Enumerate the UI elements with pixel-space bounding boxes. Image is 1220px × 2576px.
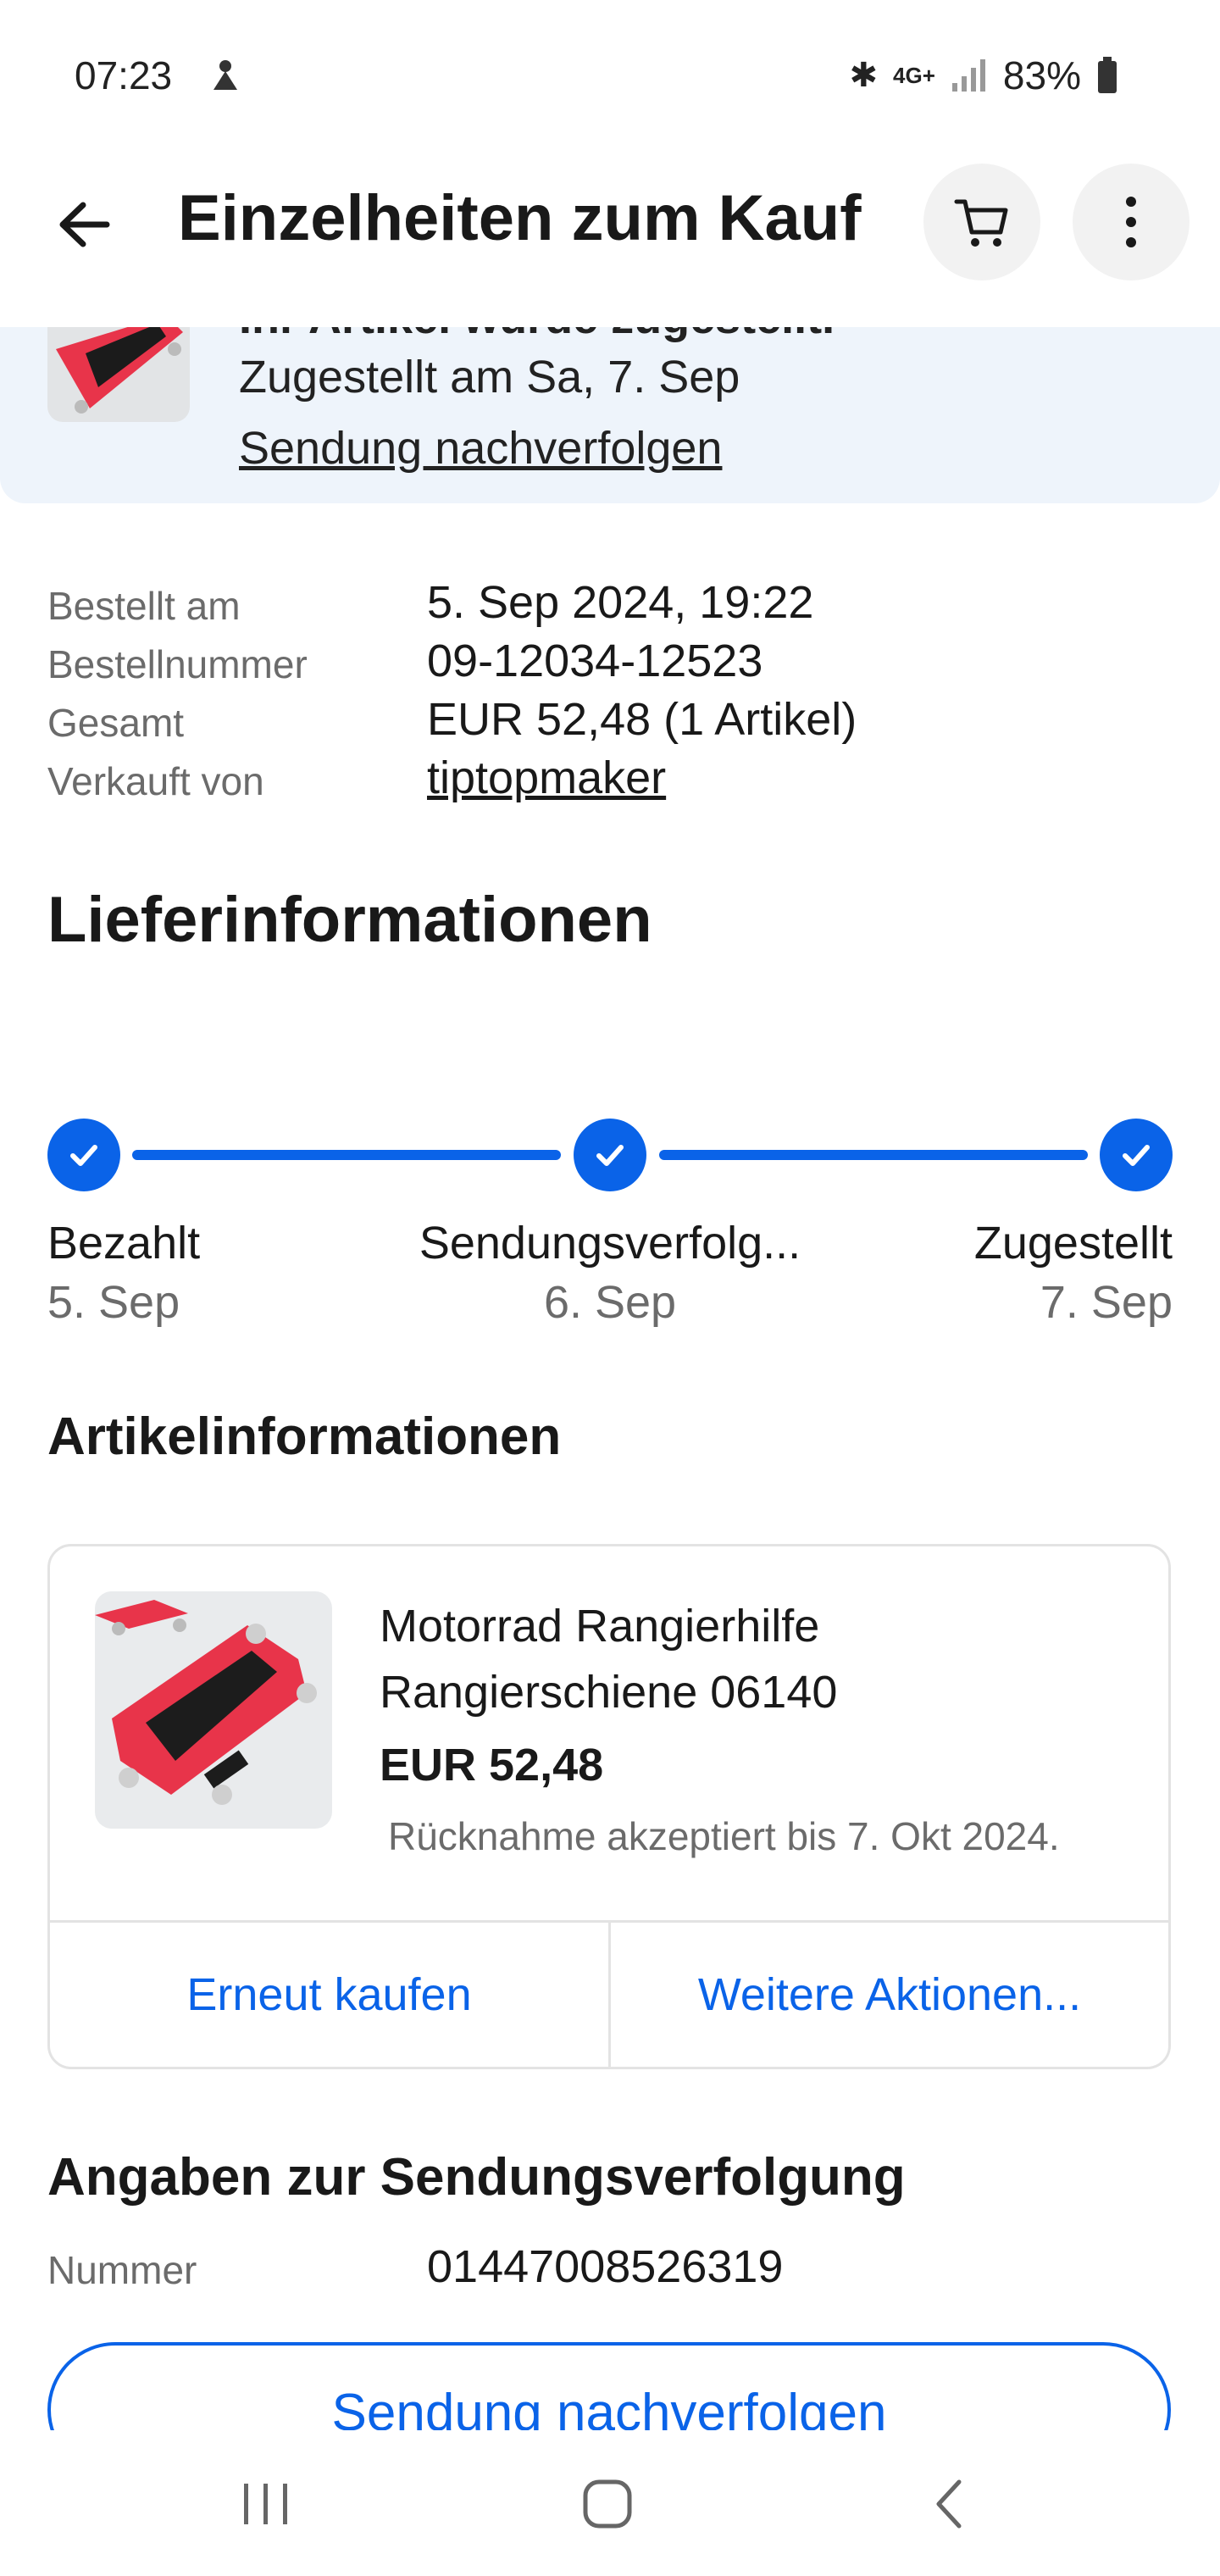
order-date-label: Bestellt am bbox=[47, 584, 241, 628]
progress-line-1 bbox=[132, 1150, 561, 1160]
banner-product-thumbnail bbox=[47, 315, 190, 422]
item-title[interactable]: Motorrad Rangierhilfe Rangierschiene 061… bbox=[380, 1593, 1125, 1725]
checkmark-icon bbox=[1123, 1145, 1150, 1166]
track-shipment-link[interactable]: Sendung nachverfolgen bbox=[239, 422, 722, 475]
seller-link[interactable]: tiptopmaker bbox=[427, 752, 666, 804]
more-options-button[interactable] bbox=[1073, 164, 1190, 280]
back-button[interactable] bbox=[47, 186, 124, 263]
order-number-label: Bestellnummer bbox=[47, 642, 308, 686]
item-price: EUR 52,48 bbox=[380, 1740, 604, 1790]
delivered-date-text: Zugestellt am Sa, 7. Sep bbox=[239, 352, 740, 402]
item-return-policy: Rücknahme akzeptiert bis 7. Okt 2024. bbox=[388, 1814, 1060, 1858]
more-actions-button[interactable]: Weitere Aktionen... bbox=[611, 1922, 1168, 2067]
home-icon bbox=[583, 2479, 632, 2529]
delivery-info-heading: Lieferinformationen bbox=[47, 884, 652, 956]
order-total-value: EUR 52,48 (1 Artikel) bbox=[427, 694, 857, 745]
cart-button[interactable] bbox=[923, 164, 1040, 280]
cart-icon bbox=[954, 199, 1008, 247]
step-paid-dot bbox=[47, 1119, 120, 1191]
back-arrow-icon bbox=[59, 202, 110, 247]
status-icons: ✱ 4G+ 83% bbox=[850, 53, 1118, 98]
page-title: Einzelheiten zum Kauf bbox=[178, 182, 862, 254]
order-total-label: Gesamt bbox=[47, 701, 185, 745]
step-tracking-dot bbox=[574, 1119, 646, 1191]
network-type: 4G+ bbox=[893, 62, 935, 88]
order-number-value: 09-12034-12523 bbox=[427, 636, 763, 686]
step-delivered-label: Zugestellt bbox=[973, 1218, 1173, 1269]
checkmark-icon bbox=[596, 1145, 624, 1166]
tracking-info-heading: Angaben zur Sendungsverfolgung bbox=[47, 2148, 906, 2207]
order-date-value: 5. Sep 2024, 19:22 bbox=[427, 577, 814, 628]
item-info-heading: Artikelinformationen bbox=[47, 1407, 562, 1466]
step-delivered-dot bbox=[1100, 1119, 1173, 1191]
battery-icon bbox=[1098, 57, 1117, 93]
seller-label: Verkauft von bbox=[47, 759, 264, 803]
tracking-number-value: 01447008526319 bbox=[427, 2241, 784, 2292]
chevron-left-icon bbox=[936, 2479, 962, 2529]
notification-icon bbox=[207, 56, 244, 99]
item-product-image[interactable] bbox=[95, 1591, 332, 1829]
recent-apps-icon bbox=[244, 2484, 287, 2524]
checkmark-icon bbox=[70, 1145, 97, 1166]
tracking-number-label: Nummer bbox=[47, 2248, 197, 2292]
home-button[interactable] bbox=[557, 2466, 658, 2542]
bluetooth-icon: ✱ bbox=[849, 57, 879, 94]
signal-icon bbox=[951, 59, 985, 92]
more-vertical-icon bbox=[1126, 197, 1136, 247]
battery-percent: 83% bbox=[1002, 53, 1081, 97]
step-tracking-date: 6. Sep bbox=[543, 1277, 677, 1328]
system-back-button[interactable] bbox=[898, 2466, 1000, 2542]
delivery-status-banner: Ihr Artikel wurde zugestellt. Zugestellt… bbox=[0, 315, 1220, 503]
step-delivered-date: 7. Sep bbox=[1040, 1277, 1173, 1328]
progress-line-2 bbox=[659, 1150, 1088, 1160]
recent-apps-button[interactable] bbox=[215, 2466, 317, 2542]
header-edge bbox=[0, 315, 1220, 327]
status-time: 07:23 bbox=[75, 53, 173, 97]
buy-again-button[interactable]: Erneut kaufen bbox=[50, 1922, 608, 2067]
